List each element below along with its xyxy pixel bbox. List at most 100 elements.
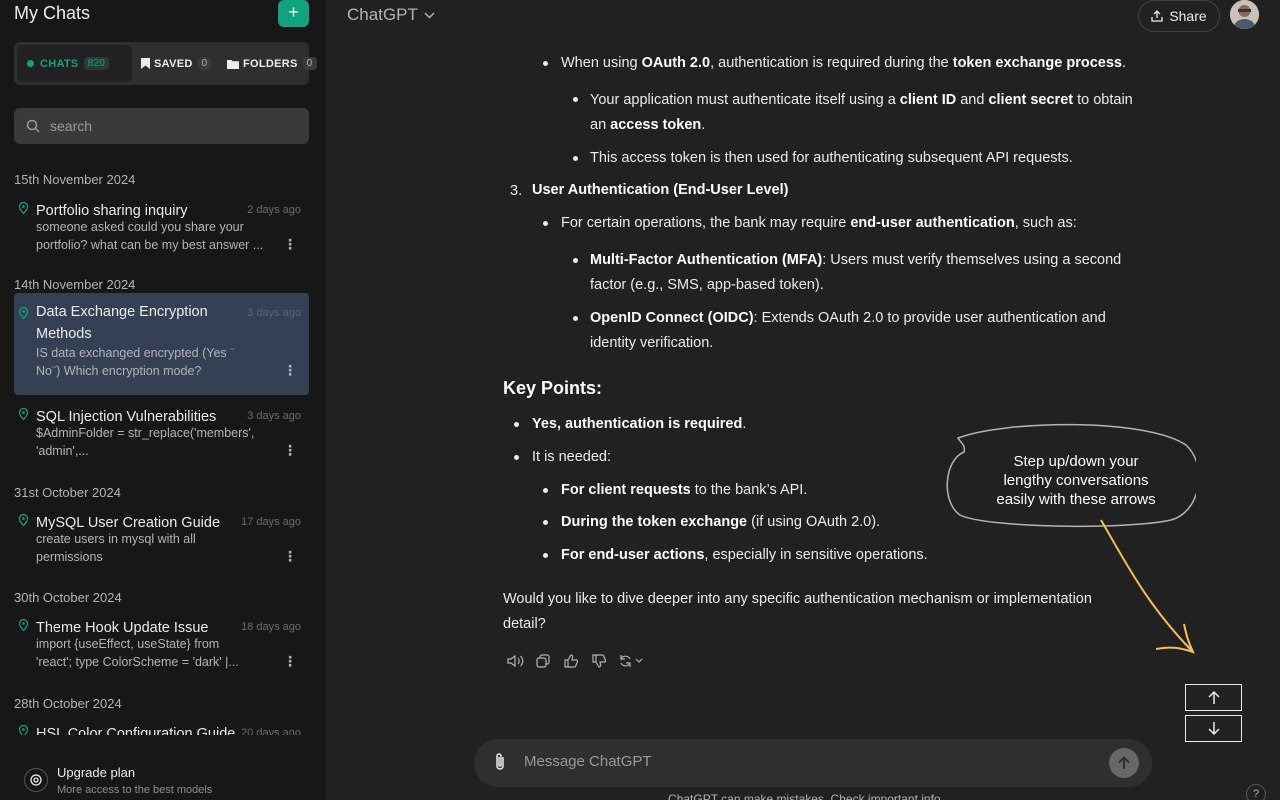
sidebar-title: My Chats bbox=[14, 3, 91, 23]
upgrade-icon bbox=[24, 768, 48, 792]
tab-folders[interactable]: FOLDERS 0 bbox=[227, 45, 317, 82]
search-box bbox=[14, 108, 309, 144]
message-line: For end-user actions, especially in sens… bbox=[561, 547, 928, 563]
message-input[interactable] bbox=[524, 753, 1084, 770]
chat-item[interactable]: HSL Color Configuration Guide 20 days ag… bbox=[14, 719, 309, 735]
chat-preview: import {useEffect, useState} from bbox=[36, 637, 220, 651]
arrow-down-icon bbox=[1207, 722, 1220, 736]
bullet bbox=[543, 520, 548, 525]
chat-item[interactable]: SQL Injection Vulnerabilities 3 days ago… bbox=[14, 402, 309, 462]
bullet bbox=[573, 316, 578, 321]
annotation-text: Step up/down your lengthy conversations … bbox=[996, 453, 1156, 508]
more-options-icon[interactable]: ⋮ bbox=[283, 236, 297, 253]
new-chat-button[interactable]: + bbox=[278, 0, 309, 27]
message-line: detail? bbox=[503, 616, 546, 632]
message-composer bbox=[474, 739, 1152, 787]
chat-title: HSL Color Configuration Guide bbox=[36, 726, 236, 735]
upgrade-plan[interactable]: Upgrade plan More access to the best mod… bbox=[14, 762, 309, 800]
share-label: Share bbox=[1169, 8, 1207, 24]
bullet bbox=[543, 221, 548, 226]
chat-list: 15th November 2024 Portfolio sharing inq… bbox=[0, 160, 326, 735]
chevron-down-icon bbox=[424, 11, 435, 19]
annotation-arrow-icon bbox=[1100, 519, 1195, 654]
message-line: Your application must authenticate itsel… bbox=[590, 92, 1133, 108]
chat-tabs: CHATS 820 SAVED 0 FOLDERS 0 bbox=[14, 42, 317, 85]
regenerate-icon[interactable] bbox=[618, 652, 646, 670]
bullet bbox=[573, 258, 578, 263]
list-number: 3. bbox=[510, 183, 523, 199]
message-line: factor (e.g., SMS, app-based token). bbox=[590, 277, 824, 293]
more-options-icon[interactable]: ⋮ bbox=[283, 548, 297, 565]
copy-icon[interactable] bbox=[534, 652, 552, 670]
help-button[interactable]: ? bbox=[1246, 784, 1266, 800]
attach-icon[interactable] bbox=[494, 752, 506, 772]
message-line: When using OAuth 2.0, authentication is … bbox=[561, 55, 1127, 71]
tab-saved-label: SAVED bbox=[154, 57, 193, 70]
more-options-icon[interactable]: ⋮ bbox=[283, 653, 297, 670]
tab-folders-count: 0 bbox=[302, 57, 317, 70]
chat-preview: 'admin',... bbox=[36, 444, 89, 458]
tab-chats-count: 820 bbox=[83, 57, 110, 70]
message-line: During the token exchange (if using OAut… bbox=[561, 514, 881, 530]
chat-item[interactable]: Theme Hook Update Issue 18 days ago impo… bbox=[14, 613, 309, 673]
thumbs-down-icon[interactable] bbox=[590, 652, 608, 670]
tab-saved-count: 0 bbox=[197, 57, 212, 70]
chat-time: 18 days ago bbox=[241, 621, 301, 633]
thumbs-up-icon[interactable] bbox=[562, 652, 580, 670]
tab-chats-label: CHATS bbox=[40, 57, 79, 70]
chat-preview: someone asked could you share your bbox=[36, 220, 244, 234]
chat-item[interactable]: Portfolio sharing inquiry 2 days ago som… bbox=[14, 196, 309, 256]
send-button[interactable] bbox=[1109, 748, 1139, 778]
chat-item[interactable]: MySQL User Creation Guide 17 days ago cr… bbox=[14, 508, 309, 568]
search-input[interactable] bbox=[50, 118, 290, 134]
plus-icon: + bbox=[288, 2, 299, 22]
read-aloud-icon[interactable] bbox=[506, 652, 524, 670]
date-header: 28th October 2024 bbox=[14, 696, 122, 711]
message-line: It is needed: bbox=[532, 449, 611, 465]
scroll-up-button[interactable] bbox=[1185, 684, 1242, 711]
pin-icon bbox=[19, 202, 28, 214]
chat-time: 3 days ago bbox=[247, 410, 301, 422]
chat-item-selected[interactable]: Data Exchange Encryption Methods 3 days … bbox=[14, 293, 309, 395]
share-button[interactable]: Share bbox=[1138, 0, 1220, 32]
message-line: Would you like to dive deeper into any s… bbox=[503, 591, 1092, 607]
date-header: 15th November 2024 bbox=[14, 172, 136, 187]
pin-icon bbox=[19, 619, 28, 631]
tab-folders-label: FOLDERS bbox=[243, 57, 298, 70]
pin-icon bbox=[19, 725, 28, 735]
main-panel: ChatGPT Share When using OAuth 2.0, auth… bbox=[326, 0, 1280, 800]
bullet bbox=[543, 488, 548, 493]
upgrade-title: Upgrade plan bbox=[57, 765, 136, 780]
message-line: OpenID Connect (OIDC): Extends OAuth 2.0… bbox=[590, 310, 1106, 326]
tab-chats[interactable]: CHATS 820 bbox=[17, 45, 132, 82]
upgrade-subtitle: More access to the best models bbox=[57, 784, 213, 796]
date-header: 31st October 2024 bbox=[14, 485, 121, 500]
pin-icon bbox=[19, 514, 28, 526]
scroll-down-button[interactable] bbox=[1185, 715, 1242, 742]
tab-saved[interactable]: SAVED 0 bbox=[141, 45, 212, 82]
message-line: For client requests to the bank’s API. bbox=[561, 482, 808, 498]
message-line: identity verification. bbox=[590, 335, 714, 351]
chat-time: 2 days ago bbox=[247, 204, 301, 216]
chat-preview: create users in mysql with all bbox=[36, 532, 196, 546]
avatar[interactable] bbox=[1230, 0, 1259, 29]
message-actions bbox=[506, 652, 646, 670]
bullet bbox=[514, 455, 519, 460]
search-icon bbox=[26, 119, 40, 133]
bullet bbox=[543, 553, 548, 558]
chat-time: 3 days ago bbox=[247, 307, 301, 319]
chat-time: 20 days ago bbox=[241, 727, 301, 735]
chat-preview: $AdminFolder = str_replace('members', bbox=[36, 426, 255, 440]
message-line: For certain operations, the bank may req… bbox=[561, 215, 1077, 231]
chat-time: 17 days ago bbox=[241, 516, 301, 528]
chat-title: Data Exchange Encryption bbox=[36, 304, 208, 320]
model-selector[interactable]: ChatGPT bbox=[347, 5, 435, 25]
more-options-icon[interactable]: ⋮ bbox=[283, 362, 297, 379]
bookmark-icon bbox=[141, 58, 150, 69]
arrow-up-icon bbox=[1207, 690, 1220, 704]
date-header: 14th November 2024 bbox=[14, 277, 136, 292]
message-line: an access token. bbox=[590, 117, 706, 133]
active-dot-icon bbox=[27, 60, 34, 67]
chat-preview: portfolio? what can be my best answer ..… bbox=[36, 238, 264, 252]
more-options-icon[interactable]: ⋮ bbox=[283, 442, 297, 459]
